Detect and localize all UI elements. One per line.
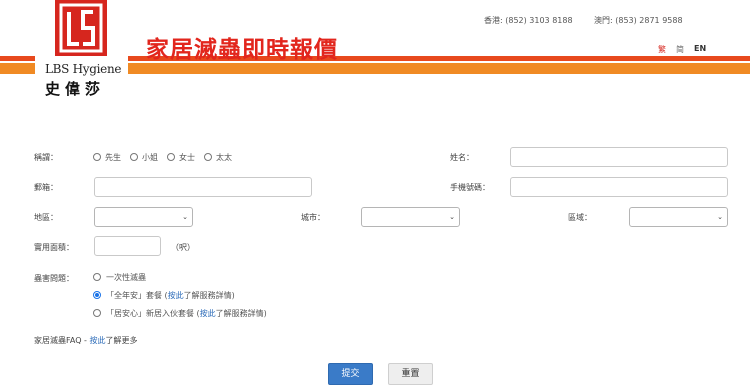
district-label: 區域：	[568, 213, 592, 222]
salutation-mr-label: 先生	[105, 153, 121, 162]
pest-radio-one-off[interactable]	[93, 273, 101, 281]
lang-simplified-chinese[interactable]: 简	[676, 44, 684, 55]
pest-option-annual-link[interactable]: 按此	[168, 291, 184, 300]
pest-problem-label: 蟲害問題：	[34, 274, 74, 283]
contact-macau: 澳門: (853) 2871 9588	[594, 16, 683, 25]
pest-option-new-home: 「居安心」新居入伙套餐 (按此了解服務詳情)	[106, 308, 267, 319]
email-label: 郵箱：	[34, 183, 58, 192]
chevron-down-icon: ⌄	[449, 213, 455, 221]
salutation-miss-label: 小姐	[142, 153, 158, 162]
pest-radio-annual[interactable]	[93, 291, 101, 299]
region-select[interactable]: ⌄	[94, 207, 193, 227]
chevron-down-icon: ⌄	[717, 213, 723, 221]
pest-option-new-home-link[interactable]: 按此	[200, 309, 216, 318]
lang-traditional-chinese[interactable]: 繁	[658, 44, 666, 55]
salutation-mrs-label: 太太	[216, 153, 232, 162]
faq-line: 家居滅蟲FAQ - 按此了解更多	[34, 335, 137, 346]
name-input[interactable]	[510, 147, 728, 167]
salutation-radio-mrs[interactable]	[204, 153, 212, 161]
salutation-radio-mr[interactable]	[93, 153, 101, 161]
lang-english[interactable]: EN	[694, 44, 706, 53]
logo[interactable]: LBS Hygiene 史偉莎	[35, 0, 128, 100]
salutation-radio-ms[interactable]	[167, 153, 175, 161]
city-label: 城市：	[301, 213, 325, 222]
email-input[interactable]	[94, 177, 312, 197]
pest-radio-new-home[interactable]	[93, 309, 101, 317]
area-label: 實用面積：	[34, 243, 74, 252]
name-label: 姓名：	[450, 153, 474, 162]
logo-mark-icon	[55, 0, 107, 56]
salutation-ms-label: 女士	[179, 153, 195, 162]
salutation-radio-miss[interactable]	[130, 153, 138, 161]
logo-name: LBS Hygiene	[45, 62, 122, 76]
salutation-label: 稱謂：	[34, 153, 58, 162]
header: LBS Hygiene 史偉莎 家居滅蟲即時報價 香港: (852) 3103 …	[0, 0, 750, 100]
mobile-input[interactable]	[510, 177, 728, 197]
mobile-label: 手機號碼：	[450, 183, 490, 192]
district-select[interactable]: ⌄	[629, 207, 728, 227]
area-unit: （呎）	[171, 243, 195, 252]
page-title: 家居滅蟲即時報價	[146, 37, 338, 63]
pest-option-annual-suffix: 了解服務詳情)	[183, 291, 235, 300]
faq-link[interactable]: 按此	[89, 336, 105, 345]
pest-option-annual: 「全年安」套餐 (按此了解服務詳情)	[106, 290, 235, 301]
faq-suffix: 了解更多	[105, 336, 138, 345]
chevron-down-icon: ⌄	[182, 213, 188, 221]
region-label: 地區：	[34, 213, 58, 222]
pest-option-new-home-suffix: 了解服務詳情)	[215, 309, 267, 318]
reset-button[interactable]: 重置	[388, 363, 433, 385]
logo-chinese-name: 史偉莎	[45, 80, 106, 98]
submit-button[interactable]: 提交	[328, 363, 373, 385]
pest-option-new-home-text: 「居安心」新居入伙套餐 (	[106, 309, 200, 318]
faq-prefix: 家居滅蟲FAQ -	[34, 336, 90, 345]
contact-hong-kong: 香港: (852) 3103 8188	[484, 16, 573, 25]
pest-option-annual-text: 「全年安」套餐 (	[106, 291, 168, 300]
pest-option-one-off-text: 一次性滅蟲	[106, 273, 146, 282]
city-select[interactable]: ⌄	[361, 207, 460, 227]
pest-option-one-off: 一次性滅蟲	[106, 272, 146, 283]
area-input[interactable]	[94, 236, 161, 256]
